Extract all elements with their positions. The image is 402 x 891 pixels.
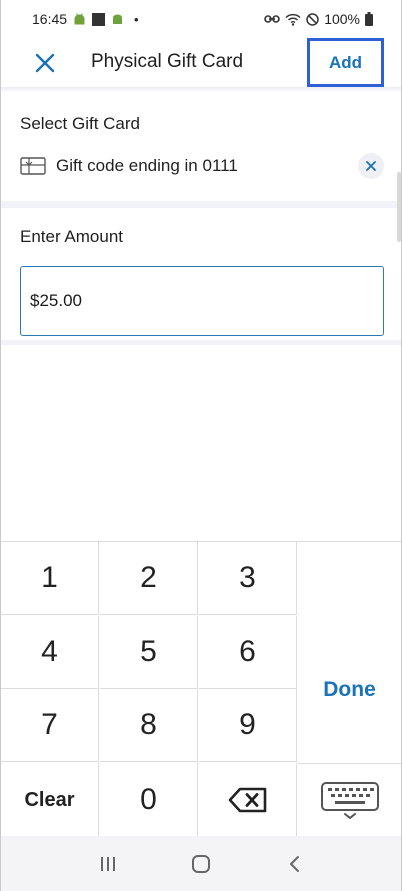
blank-key [298, 542, 401, 616]
square-icon [92, 12, 106, 26]
select-gift-card-label: Select Gift Card [20, 114, 140, 133]
close-icon [366, 161, 376, 171]
app-bar: Physical Gift Card Add [1, 38, 401, 88]
key-4[interactable]: 4 [1, 616, 99, 689]
screen: 16:45 • 100% Physical Gift Card Add Sele… [0, 0, 402, 891]
back-icon [290, 855, 300, 872]
recent-apps-button[interactable] [88, 844, 128, 884]
remove-gift-card-button[interactable] [358, 153, 384, 179]
key-2[interactable]: 2 [100, 542, 198, 615]
home-button[interactable] [181, 844, 221, 884]
key-6[interactable]: 6 [199, 616, 297, 689]
home-icon [191, 854, 210, 873]
gift-card-icon [20, 157, 46, 175]
gift-card-text: Gift code ending in 0111 [56, 156, 238, 175]
page-title: Physical Gift Card [91, 51, 244, 72]
system-nav-bar [1, 836, 401, 891]
key-3[interactable]: 3 [199, 542, 297, 615]
done-button[interactable]: Done [298, 616, 401, 763]
key-9[interactable]: 9 [199, 689, 297, 762]
scrollbar[interactable] [397, 172, 401, 242]
add-button[interactable]: Add [307, 38, 384, 87]
amount-input[interactable] [20, 266, 384, 336]
back-button[interactable] [274, 844, 314, 884]
status-right: 100% [264, 11, 373, 27]
keyboard-hide-icon [320, 781, 379, 819]
status-left: 16:45 • [32, 11, 139, 27]
section-divider [1, 340, 401, 345]
backspace-icon [228, 787, 266, 813]
android-icon [73, 12, 86, 26]
key-5[interactable]: 5 [100, 616, 198, 689]
numeric-keypad: 1 2 3 4 5 6 7 8 9 Done Clear 0 [1, 541, 401, 837]
do-not-disturb-icon [306, 12, 319, 26]
android-icon [111, 12, 124, 26]
gift-card-row: Gift code ending in 0111 [20, 152, 384, 180]
wifi-icon [285, 13, 301, 26]
key-1[interactable]: 1 [1, 542, 99, 615]
enter-amount-label: Enter Amount [20, 227, 124, 246]
recent-apps-icon [100, 856, 115, 871]
clear-button[interactable]: Clear [1, 763, 99, 837]
key-0[interactable]: 0 [100, 763, 198, 837]
battery-icon [365, 12, 373, 26]
battery-percent: 100% [324, 11, 360, 27]
hide-keyboard-button[interactable] [298, 763, 401, 837]
app-bar-divider [1, 87, 401, 93]
status-bar: 16:45 • 100% [1, 0, 401, 38]
close-button[interactable] [29, 48, 61, 78]
key-7[interactable]: 7 [1, 689, 99, 762]
backspace-button[interactable] [199, 763, 297, 837]
close-icon [35, 53, 55, 73]
key-8[interactable]: 8 [100, 689, 198, 762]
link-icon [264, 14, 280, 24]
section-divider [1, 201, 401, 208]
status-time: 16:45 [32, 11, 68, 27]
status-dot: • [134, 11, 139, 27]
